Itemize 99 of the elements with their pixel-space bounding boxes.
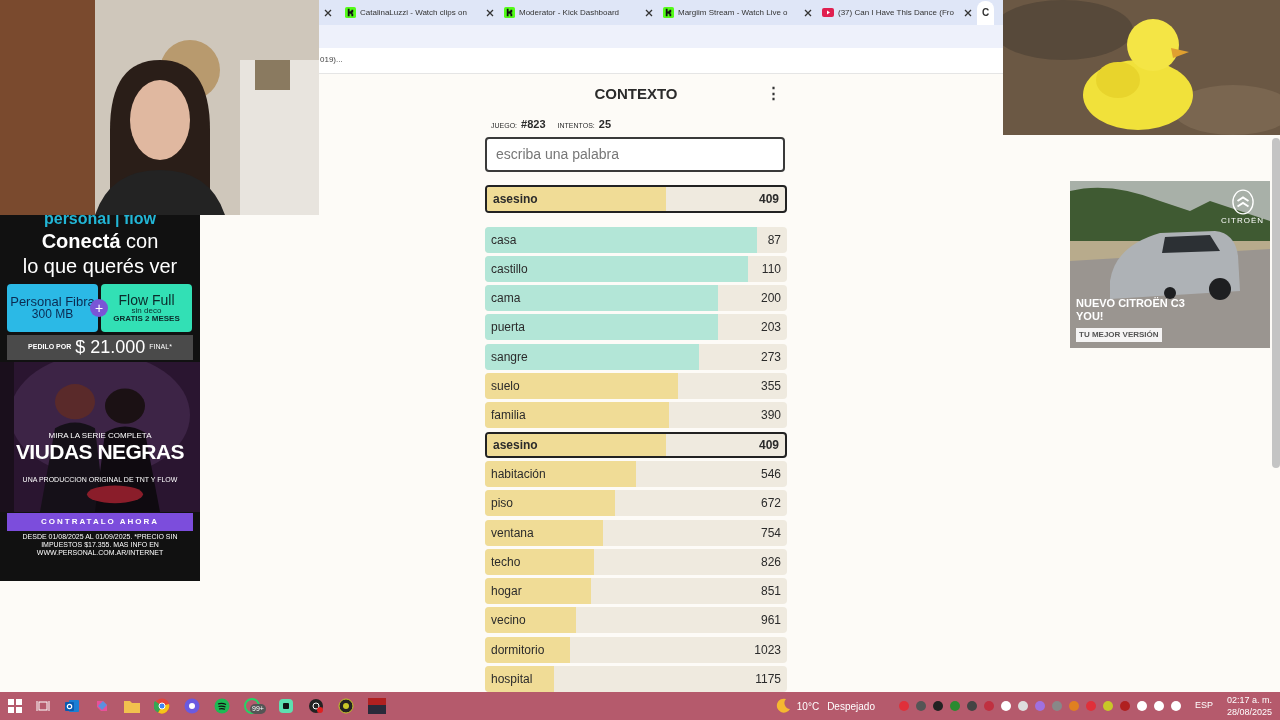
guess-rank: 851 (760, 583, 781, 601)
weather-condition: Despejado (827, 699, 875, 714)
guess-word: hogar (491, 583, 522, 601)
language-indicator[interactable]: ESP (1194, 699, 1213, 713)
tray-icon[interactable] (966, 701, 977, 711)
tab-title: Moderator - Kick Dashboard (519, 6, 621, 19)
guess-word: piso (491, 495, 513, 513)
guess-word: ventana (491, 524, 534, 542)
guess-rank: 390 (760, 407, 781, 425)
game-title: CONTEXTO (594, 84, 678, 105)
guess-rank: 409 (758, 190, 779, 208)
guess-word: puerta (491, 319, 526, 337)
guess-rank: 672 (760, 495, 781, 513)
ad-headline: lo que querés ver (22, 253, 178, 279)
guess-rank: 1175 (755, 671, 781, 688)
guess-word: familia (491, 407, 526, 425)
tray-icon[interactable] (1170, 701, 1181, 711)
guess-rank: 754 (760, 524, 781, 542)
browser-tab[interactable]: Margiim Stream - Watch Live o (658, 0, 817, 25)
moon-icon[interactable] (774, 698, 791, 714)
guess-word: castillo (491, 260, 528, 278)
target-app-icon[interactable] (338, 698, 354, 714)
guess-rank: 355 (760, 378, 781, 396)
tab-title: Margiim Stream - Watch Live o (678, 6, 789, 19)
series-intro: MIRA LA SERIE COMPLETA (48, 431, 152, 440)
guess-rank: 203 (760, 319, 781, 337)
bookmark-text: 019)... (320, 54, 343, 67)
price: $ 21.000 (75, 335, 146, 359)
ad-headline: NUEVO CITROËN C3 YOU! (1076, 296, 1186, 323)
attempts-count: 25 (598, 116, 611, 132)
plan-name: Flow Full (118, 292, 175, 307)
clock-time: 02:17 a. m. (1226, 694, 1272, 706)
video-play-icon (822, 8, 834, 18)
guess-word: asesino (493, 436, 538, 454)
menu-button[interactable]: ⋮ (766, 84, 781, 100)
browser-tab[interactable]: C (977, 0, 995, 25)
app-icon[interactable] (278, 698, 294, 714)
close-icon[interactable] (645, 8, 653, 17)
plan-detail: GRATIS 2 MESES (113, 314, 180, 323)
task-view-icon[interactable] (36, 699, 50, 713)
ad-headline: Conectá con (41, 228, 159, 254)
kick-logo-icon (504, 7, 515, 19)
tray-icon[interactable] (1153, 701, 1164, 711)
tray-icon[interactable] (1017, 701, 1028, 711)
tab-title: C (982, 6, 990, 21)
word-input[interactable]: escriba una palabra (485, 136, 785, 172)
guess-word: cama (491, 290, 521, 308)
mail-app-icon[interactable] (64, 698, 80, 714)
tab-title: (37) Can I Have This Dance (Fro (838, 6, 955, 19)
guess-word: dormitorio (491, 641, 545, 659)
guess-word: sangre (491, 348, 528, 366)
browser-tab[interactable]: Moderator - Kick Dashboard (499, 0, 658, 25)
guess-rank: 826 (760, 553, 781, 571)
windows-start-icon[interactable] (8, 699, 22, 713)
close-icon[interactable] (324, 8, 332, 17)
tab-title: CatalinaLuzzi - Watch clips on (360, 6, 468, 19)
weather-temperature: 10°C (796, 699, 820, 714)
tray-icon[interactable] (1000, 701, 1011, 711)
kick-logo-icon (345, 7, 356, 19)
guess-rank: 1023 (754, 641, 781, 659)
guess-word: suelo (491, 378, 520, 396)
guess-rank: 961 (760, 612, 781, 630)
guess-word: asesino (493, 190, 538, 208)
guess-word: vecino (491, 612, 526, 630)
close-icon[interactable] (964, 8, 972, 17)
music-app-icon[interactable] (214, 698, 230, 714)
tray-icon[interactable] (1136, 701, 1147, 711)
recording-app-icon[interactable] (308, 698, 324, 714)
plan-detail: 300 MB (31, 308, 74, 321)
plan-note: sin deco (131, 306, 162, 315)
clock[interactable]: 02:17 a. m. 28/08/2025 (1226, 694, 1272, 718)
chevron-logo-icon (1231, 188, 1254, 215)
browser-tab[interactable]: (37) Can I Have This Dance (Fro (817, 0, 977, 25)
guess-rank: 273 (760, 348, 781, 366)
guess-word: casa (491, 231, 517, 249)
browser-tab[interactable]: CatalinaLuzzi - Watch clips on (340, 0, 499, 25)
folder-icon[interactable] (124, 699, 140, 713)
guess-word: habitación (491, 465, 546, 483)
close-icon[interactable] (804, 8, 812, 17)
guess-rank: 546 (760, 465, 781, 483)
guess-word: techo (491, 553, 521, 571)
cta-button[interactable]: CONTRATALO AHORA (7, 512, 193, 531)
kick-logo-icon (663, 7, 674, 19)
guess-rank: 110 (761, 260, 781, 278)
ad-brand: CITROËN (1221, 214, 1264, 227)
guess-word: hospital (491, 671, 533, 688)
guess-rank: 87 (767, 231, 781, 249)
tray-icon[interactable] (1102, 701, 1113, 711)
guess-rank: 200 (760, 290, 781, 308)
clock-date: 28/08/2025 (1226, 706, 1272, 718)
tray-icon[interactable] (932, 701, 943, 711)
browser-icon[interactable] (154, 698, 170, 714)
close-icon[interactable] (486, 8, 494, 17)
game-number: #823 (521, 116, 546, 132)
series-title: VIUDAS NEGRAS (15, 440, 185, 462)
chat-app-icon[interactable] (184, 698, 200, 714)
scrollbar-thumb[interactable] (1272, 137, 1280, 468)
audio-mixer-icon[interactable] (368, 698, 386, 714)
guess-rank: 409 (758, 436, 779, 454)
